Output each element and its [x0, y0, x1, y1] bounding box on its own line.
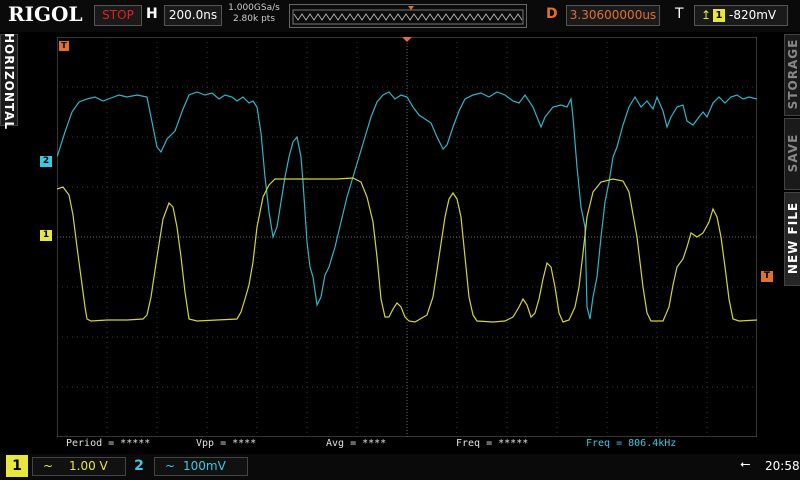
- trigger-source: 1: [713, 9, 725, 22]
- usb-icon: ⭠: [740, 457, 751, 472]
- save-menu-tab[interactable]: SAVE: [784, 118, 800, 190]
- waveform-display[interactable]: [57, 37, 757, 437]
- horizontal-label: H: [146, 6, 158, 22]
- measure-avg[interactable]: Avg = ****: [326, 438, 386, 449]
- timebase-value[interactable]: 200.0ns: [164, 5, 222, 26]
- rising-edge-icon: ↥: [701, 8, 712, 22]
- ch2-coupling: ~: [165, 459, 176, 473]
- ch2-offset-marker[interactable]: 2: [40, 156, 52, 167]
- clock-time: 20:58: [765, 459, 800, 473]
- run-stop-indicator[interactable]: STOP: [94, 5, 142, 26]
- ch2-scale: 100mV: [183, 459, 226, 473]
- trigger-level: -820mV: [729, 8, 777, 22]
- delay-label: D: [546, 6, 558, 22]
- save-tab-label: SAVE: [786, 133, 800, 173]
- memory-position-marker: [408, 6, 414, 10]
- new-file-tab-label: NEW FILE: [786, 201, 800, 275]
- measure-vpp[interactable]: Vpp = ****: [196, 438, 256, 449]
- delay-value[interactable]: 3.30600000us: [566, 5, 660, 26]
- ch1-number: 1: [6, 455, 28, 477]
- ch2-status[interactable]: 2 ~ 100mV: [128, 455, 248, 477]
- measure-freq-ch2[interactable]: Freq = 806.4kHz: [586, 438, 676, 449]
- horizontal-menu-tab[interactable]: HORIZONTAL: [0, 33, 18, 131]
- ch1-offset-marker[interactable]: 1: [40, 230, 52, 241]
- ch1-status[interactable]: 1 ~ 1.00 V: [6, 455, 126, 477]
- memory-overview-strip[interactable]: [289, 4, 527, 28]
- storage-tab-label: STORAGE: [786, 38, 800, 110]
- top-status-bar: RIGOL STOP H 200.0ns 1.000GSa/s 2.80k pt…: [0, 0, 800, 32]
- trigger-level-marker[interactable]: T: [761, 271, 773, 282]
- bottom-channel-bar: 1 ~ 1.00 V 2 ~ 100mV ⭠ 20:58: [0, 454, 800, 480]
- new-file-menu-tab[interactable]: NEW FILE: [784, 192, 800, 286]
- ch2-scale-box: ~ 100mV: [154, 457, 248, 476]
- ch1-scale: 1.00 V: [69, 459, 108, 473]
- trigger-time-marker: T: [59, 41, 69, 51]
- memory-overview-waveform: [292, 6, 524, 25]
- horizontal-tab-label: HORIZONTAL: [2, 33, 16, 131]
- trigger-label: T: [675, 6, 684, 22]
- ch1-coupling: ~: [43, 459, 54, 473]
- storage-menu-tab[interactable]: STORAGE: [784, 34, 800, 116]
- ch1-scale-box: ~ 1.00 V: [32, 457, 126, 476]
- sample-rate: 1.000GSa/s: [228, 3, 280, 13]
- measure-freq-ch1[interactable]: Freq = *****: [456, 438, 528, 449]
- trigger-settings[interactable]: ↥ 1 -820mV: [694, 5, 788, 26]
- ch2-number: 2: [134, 458, 144, 474]
- memory-depth: 2.80k pts: [232, 14, 276, 24]
- sample-info: 1.000GSa/s 2.80k pts: [224, 3, 284, 25]
- measure-period[interactable]: Period = *****: [66, 438, 150, 449]
- rigol-logo: RIGOL: [8, 2, 83, 26]
